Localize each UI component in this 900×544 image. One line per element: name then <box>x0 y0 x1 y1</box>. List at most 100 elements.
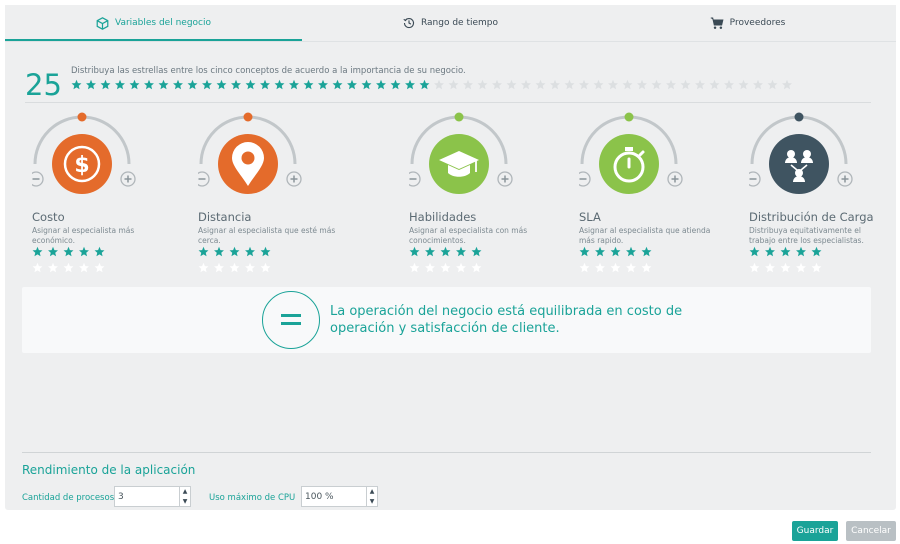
concept-star-empty[interactable] <box>48 262 58 273</box>
gauge-knob[interactable] <box>794 112 804 122</box>
concept-star-empty[interactable] <box>796 262 806 273</box>
concept-star[interactable] <box>260 246 271 257</box>
concept-stars-empty[interactable] <box>198 262 278 274</box>
pool-star-filled[interactable] <box>202 79 212 90</box>
pool-star-filled[interactable] <box>303 79 314 90</box>
processes-input[interactable] <box>115 487 179 506</box>
concept-star-empty[interactable] <box>610 262 621 273</box>
increment-button[interactable]: ▲ <box>367 487 377 496</box>
decrement-button[interactable]: ▼ <box>180 497 190 506</box>
concept-stars-filled[interactable] <box>409 246 489 258</box>
concept-star-empty[interactable] <box>198 262 209 273</box>
pool-star-empty[interactable] <box>637 79 647 90</box>
gauge-knob[interactable] <box>624 112 634 122</box>
decrement-button[interactable]: ▼ <box>367 497 377 506</box>
gauge-knob[interactable] <box>243 112 253 122</box>
processes-stepper[interactable]: ▲ ▼ <box>114 486 191 507</box>
tab-providers[interactable]: Proveedores <box>599 5 896 41</box>
concept-star-empty[interactable] <box>626 262 636 273</box>
concept-star[interactable] <box>94 246 105 257</box>
pool-star-empty[interactable] <box>477 79 488 90</box>
concept-star-empty[interactable] <box>94 262 105 273</box>
pool-star-filled[interactable] <box>173 79 183 90</box>
concept-star-empty[interactable] <box>229 262 240 273</box>
concept-star[interactable] <box>780 246 791 257</box>
pool-star-filled[interactable] <box>318 79 328 90</box>
concept-stars-filled[interactable] <box>32 246 112 258</box>
pool-star-filled[interactable] <box>419 79 430 90</box>
star-pool[interactable] <box>71 78 811 92</box>
cpu-input[interactable] <box>302 487 366 506</box>
save-button[interactable]: Guardar <box>792 521 838 541</box>
concept-star[interactable] <box>63 246 74 257</box>
concept-star[interactable] <box>79 246 89 257</box>
increase-button[interactable] <box>837 171 853 187</box>
pool-star-empty[interactable] <box>738 79 749 90</box>
concept-star[interactable] <box>425 246 435 257</box>
concept-star[interactable] <box>456 246 466 257</box>
gauge-knob[interactable] <box>77 112 87 122</box>
increase-button[interactable] <box>667 171 683 187</box>
pool-star-empty[interactable] <box>695 79 705 90</box>
tab-business-variables[interactable]: Variables del negocio <box>5 5 302 41</box>
pool-star-empty[interactable] <box>463 79 473 90</box>
pool-star-filled[interactable] <box>376 79 386 90</box>
concept-stars-empty[interactable] <box>749 262 829 274</box>
increment-button[interactable]: ▲ <box>180 487 190 496</box>
pool-star-empty[interactable] <box>724 79 734 90</box>
pool-star-filled[interactable] <box>332 79 343 90</box>
concept-star-empty[interactable] <box>425 262 435 273</box>
concept-star[interactable] <box>440 246 451 257</box>
concept-star-empty[interactable] <box>63 262 74 273</box>
concept-star[interactable] <box>409 246 420 257</box>
concept-stars-empty[interactable] <box>409 262 489 274</box>
pool-star-empty[interactable] <box>535 79 546 90</box>
pool-star-empty[interactable] <box>579 79 589 90</box>
pool-star-filled[interactable] <box>216 79 227 90</box>
tab-time-range[interactable]: Rango de tiempo <box>302 5 599 41</box>
pool-star-filled[interactable] <box>187 79 198 90</box>
cancel-button[interactable]: Cancelar <box>846 521 896 541</box>
concept-star-empty[interactable] <box>749 262 760 273</box>
pool-star-empty[interactable] <box>564 79 575 90</box>
concept-star-empty[interactable] <box>214 262 224 273</box>
pool-star-empty[interactable] <box>608 79 618 90</box>
pool-star-filled[interactable] <box>71 79 82 90</box>
pool-star-empty[interactable] <box>593 79 604 90</box>
pool-star-filled[interactable] <box>390 79 401 90</box>
concept-star[interactable] <box>796 246 806 257</box>
concept-star[interactable] <box>471 246 482 257</box>
concept-star[interactable] <box>626 246 636 257</box>
pool-star-filled[interactable] <box>347 79 357 90</box>
pool-star-empty[interactable] <box>506 79 517 90</box>
pool-star-empty[interactable] <box>434 79 444 90</box>
pool-star-empty[interactable] <box>550 79 560 90</box>
concept-star[interactable] <box>765 246 775 257</box>
pool-star-filled[interactable] <box>115 79 125 90</box>
decrease-button[interactable] <box>32 171 44 187</box>
pool-star-filled[interactable] <box>129 79 140 90</box>
concept-star-empty[interactable] <box>456 262 466 273</box>
concept-star[interactable] <box>198 246 209 257</box>
pool-star-empty[interactable] <box>651 79 662 90</box>
concept-star-empty[interactable] <box>811 262 822 273</box>
concept-stars-filled[interactable] <box>749 246 829 258</box>
increase-button[interactable] <box>286 171 302 187</box>
pool-star-empty[interactable] <box>492 79 502 90</box>
concept-star-empty[interactable] <box>440 262 451 273</box>
concept-star-empty[interactable] <box>595 262 605 273</box>
pool-star-filled[interactable] <box>231 79 241 90</box>
increase-button[interactable] <box>497 171 513 187</box>
pool-star-filled[interactable] <box>100 79 111 90</box>
pool-star-empty[interactable] <box>709 79 720 90</box>
pool-star-empty[interactable] <box>680 79 691 90</box>
concept-star-empty[interactable] <box>471 262 482 273</box>
pool-star-empty[interactable] <box>767 79 778 90</box>
pool-star-filled[interactable] <box>260 79 270 90</box>
concept-star-empty[interactable] <box>79 262 89 273</box>
decrease-button[interactable] <box>749 171 761 187</box>
pool-star-empty[interactable] <box>622 79 633 90</box>
concept-stars-empty[interactable] <box>579 262 659 274</box>
concept-star[interactable] <box>32 246 43 257</box>
gauge-knob[interactable] <box>454 112 464 122</box>
